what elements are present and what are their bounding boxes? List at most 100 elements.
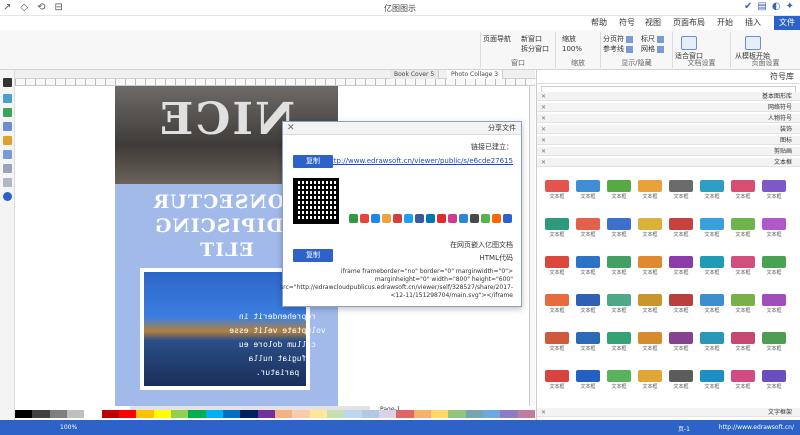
share-icon[interactable]: [448, 214, 457, 223]
palette-swatch[interactable]: [118, 410, 137, 418]
format-icon[interactable]: [3, 108, 12, 117]
zoom-button[interactable]: 缩放: [562, 34, 576, 44]
palette-swatch[interactable]: [482, 410, 501, 418]
share-icon[interactable]: [470, 214, 479, 223]
redo-icon[interactable]: ✦: [786, 1, 794, 12]
textbox-shape[interactable]: 文本框: [698, 330, 726, 358]
palette-swatch[interactable]: [430, 410, 449, 418]
share-icon[interactable]: [382, 214, 391, 223]
zoom-100-button[interactable]: 100%: [562, 45, 582, 53]
palette-swatch[interactable]: [517, 410, 535, 418]
textbox-shape[interactable]: 文本框: [605, 368, 633, 396]
share-icon[interactable]: [437, 214, 446, 223]
palette-swatch[interactable]: [66, 410, 85, 418]
page-icon[interactable]: [3, 94, 12, 103]
textbox-shape[interactable]: 文本框: [729, 216, 757, 244]
textbox-shape[interactable]: 文本框: [605, 178, 633, 206]
textbox-shape[interactable]: 文本框: [698, 292, 726, 320]
textbox-shape[interactable]: 文本框: [729, 178, 757, 206]
category-people[interactable]: ✕ 人物符号: [537, 114, 800, 123]
tab-file[interactable]: 文件: [774, 16, 800, 30]
textbox-shape[interactable]: 文本框: [543, 216, 571, 244]
textbox-shape[interactable]: 文本框: [667, 178, 695, 206]
palette-swatch[interactable]: [32, 410, 50, 418]
category-clipart[interactable]: ✕ 剪贴画: [537, 147, 800, 156]
grid-checkbox[interactable]: 网格: [641, 44, 664, 54]
textbox-shape[interactable]: 文本框: [667, 368, 695, 396]
category-basic[interactable]: ✕ 基本图形库: [537, 92, 800, 101]
close-icon[interactable]: ✕: [541, 114, 546, 123]
palette-swatch[interactable]: [326, 410, 345, 418]
textbox-shape[interactable]: 文本框: [760, 292, 788, 320]
textbox-shape[interactable]: 文本框: [729, 330, 757, 358]
palette-swatch[interactable]: [15, 410, 33, 418]
tab-home[interactable]: 开始: [712, 16, 738, 30]
print-icon[interactable]: ▤: [757, 1, 766, 12]
textbox-shape[interactable]: 文本框: [543, 330, 571, 358]
palette-swatch[interactable]: [222, 410, 241, 418]
textbox-shape[interactable]: 文本框: [574, 254, 602, 282]
share-icon[interactable]: [393, 214, 402, 223]
palette-swatch[interactable]: [240, 410, 258, 418]
palette-swatch[interactable]: [84, 410, 102, 418]
category-textbox[interactable]: ✕ 文本框: [537, 158, 800, 167]
palette-swatch[interactable]: [49, 410, 67, 418]
history-icon[interactable]: [3, 164, 12, 173]
textbox-shape[interactable]: 文本框: [729, 292, 757, 320]
palette-swatch[interactable]: [101, 410, 119, 418]
textbox-shape[interactable]: 文本框: [605, 254, 633, 282]
category-icons[interactable]: ✕ 图标: [537, 136, 800, 145]
textbox-shape[interactable]: 文本框: [729, 254, 757, 282]
share-icon[interactable]: [459, 214, 468, 223]
share-icon[interactable]: [426, 214, 435, 223]
tab-insert[interactable]: 插入: [740, 16, 766, 30]
close-icon[interactable]: ✕: [541, 103, 546, 112]
close-icon[interactable]: ✕: [541, 125, 546, 134]
status-url[interactable]: http://www.edrawsoft.cn/: [719, 424, 794, 431]
category-decoration[interactable]: ✕ 装饰: [537, 125, 800, 134]
textbox-shape[interactable]: 文本框: [667, 292, 695, 320]
close-icon[interactable]: ✕: [541, 158, 546, 167]
tab-book-cover[interactable]: Book Cover 5: [390, 70, 440, 79]
ruler-checkbox[interactable]: 标尺: [641, 34, 664, 44]
textbox-shape[interactable]: 文本框: [698, 368, 726, 396]
palette-swatch[interactable]: [205, 410, 223, 418]
layer-icon[interactable]: [3, 122, 12, 131]
share-link[interactable]: http://www.edrawsoft.cn/viewer/public/s/…: [327, 157, 513, 165]
guide-checkbox[interactable]: 参考线: [603, 44, 633, 54]
palette-swatch[interactable]: [274, 410, 293, 418]
palette-swatch[interactable]: [170, 410, 189, 418]
textbox-shape[interactable]: 文本框: [760, 368, 788, 396]
textbox-shape[interactable]: 文本框: [667, 254, 695, 282]
pagebreak-checkbox[interactable]: 分页符: [603, 34, 633, 44]
palette-swatch[interactable]: [344, 410, 362, 418]
tab-help[interactable]: 帮助: [586, 16, 612, 30]
textbox-shape[interactable]: 文本框: [667, 330, 695, 358]
palette-swatch[interactable]: [361, 410, 379, 418]
textbox-shape[interactable]: 文本框: [543, 368, 571, 396]
share-icon[interactable]: [349, 214, 358, 223]
palette-swatch[interactable]: [500, 410, 518, 418]
textbox-shape[interactable]: 文本框: [698, 216, 726, 244]
textbox-shape[interactable]: 文本框: [760, 178, 788, 206]
textbox-shape[interactable]: 文本框: [636, 216, 664, 244]
split-window-button[interactable]: 拆分窗口: [521, 44, 549, 54]
palette-swatch[interactable]: [153, 410, 171, 418]
textbox-shape[interactable]: 文本框: [574, 330, 602, 358]
close-icon[interactable]: ✕: [541, 408, 546, 417]
palette-swatch[interactable]: [413, 410, 431, 418]
help-icon[interactable]: [3, 192, 12, 201]
category-text-frames[interactable]: ✕ 文字框架: [537, 408, 800, 417]
save-icon[interactable]: ✔: [744, 1, 752, 12]
textbox-shape[interactable]: 文本框: [574, 216, 602, 244]
textbox-shape[interactable]: 文本框: [543, 292, 571, 320]
share-icon[interactable]: [371, 214, 380, 223]
tab-symbols[interactable]: 符号: [614, 16, 640, 30]
textbox-shape[interactable]: 文本框: [636, 368, 664, 396]
share-icon[interactable]: [492, 214, 501, 223]
palette-swatch[interactable]: [257, 410, 275, 418]
palette-swatch[interactable]: [188, 410, 206, 418]
palette-swatch[interactable]: [309, 410, 327, 418]
share-icon[interactable]: [360, 214, 369, 223]
share-icon[interactable]: [415, 214, 424, 223]
